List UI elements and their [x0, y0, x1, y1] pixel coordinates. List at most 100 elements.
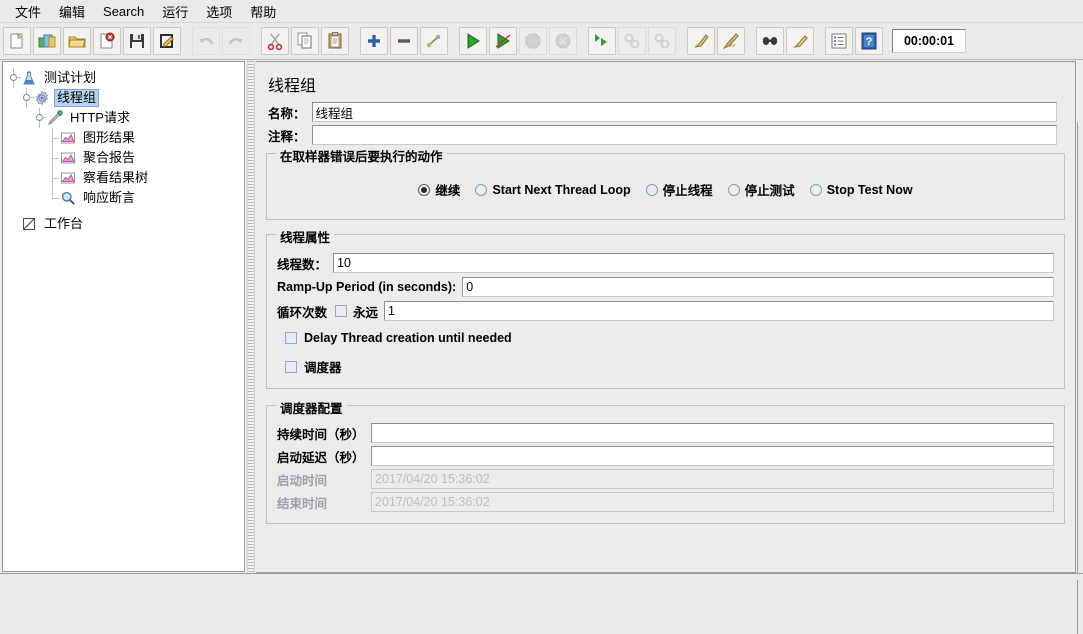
tree-node-response-assertion[interactable]: 响应断言 [7, 188, 244, 208]
comment-row: 注释： [256, 125, 1075, 145]
tree-expand-handle[interactable] [20, 88, 34, 108]
on-sampler-error-group: 在取样器错误后要执行的动作 继续 Start Next Thread Loop … [266, 146, 1065, 220]
remote-start-all-icon[interactable] [588, 27, 616, 55]
duration-label: 持续时间（秒） [277, 427, 365, 442]
start-time-label: 启动时间 [277, 473, 328, 488]
tree-node-thread-group[interactable]: 线程组 [7, 88, 244, 108]
radio-dot[interactable] [475, 183, 488, 196]
clear-icon[interactable] [687, 27, 715, 55]
scheduler-row[interactable]: 调度器 [277, 351, 1054, 382]
radio-continue[interactable]: 继续 [418, 180, 460, 199]
thread-properties-title: 线程属性 [276, 227, 335, 246]
forever-label: 永远 [353, 305, 379, 320]
loops-input[interactable]: 1 [384, 301, 1054, 321]
tree-node-test-plan[interactable]: 测试计划 [7, 68, 244, 88]
threads-label: 线程数： [277, 257, 328, 272]
toolbar-separator [251, 27, 260, 55]
tree-node-label: 聚合报告 [83, 150, 136, 165]
split-divider[interactable] [247, 61, 255, 573]
templates-icon[interactable] [33, 27, 61, 55]
http-request-icon [46, 109, 64, 127]
name-label: 名称： [268, 106, 306, 121]
cut-icon[interactable] [261, 27, 289, 55]
menu-options[interactable]: 选项 [197, 0, 241, 23]
assertion-icon [59, 189, 77, 207]
paste-icon[interactable] [321, 27, 349, 55]
tree-expand-handle[interactable] [7, 68, 21, 88]
radio-label: 停止测试 [744, 184, 795, 198]
duration-input[interactable] [371, 423, 1054, 443]
tree-node-label: 线程组 [54, 89, 100, 107]
test-plan-tree: 测试计划 线程组 HTTP请求 图形结果 聚合报告 察看结果树 响应断言 工作台 [3, 62, 244, 234]
comment-input[interactable] [311, 125, 1057, 145]
start-time-row: 启动时间 2017/04/20 15:36:02 [277, 469, 1054, 489]
radio-stop-test[interactable]: 停止测试 [727, 180, 795, 199]
clear-all-icon[interactable] [717, 27, 745, 55]
remote-stop-all-icon [618, 27, 646, 55]
threads-input[interactable]: 10 [333, 253, 1054, 273]
toggle-icon[interactable] [420, 27, 448, 55]
scheduler-checkbox[interactable] [285, 360, 297, 373]
help-icon[interactable]: ? [855, 27, 883, 55]
start-no-pauses-icon[interactable] [489, 27, 517, 55]
elapsed-timer: 00:00:01 [892, 29, 966, 53]
toolbar-separator [182, 27, 191, 55]
test-plan-tree-pane[interactable]: 测试计划 线程组 HTTP请求 图形结果 聚合报告 察看结果树 响应断言 工作台 [2, 61, 245, 572]
tree-node-label: 响应断言 [83, 190, 136, 205]
radio-label: 停止线程 [662, 184, 713, 198]
svg-text:?: ? [866, 36, 873, 48]
tree-node-label: HTTP请求 [70, 110, 130, 125]
radio-dot[interactable] [645, 183, 658, 196]
menu-edit[interactable]: 编辑 [50, 0, 94, 23]
save-as-icon[interactable] [153, 27, 181, 55]
tree-node-label: 测试计划 [44, 70, 97, 85]
comment-label: 注释： [268, 129, 306, 144]
search-reset-icon[interactable] [786, 27, 814, 55]
tree-node-workbench[interactable]: 工作台 [7, 214, 244, 234]
menu-file[interactable]: 文件 [6, 0, 50, 23]
menu-run[interactable]: 运行 [153, 0, 197, 23]
delay-thread-creation-row[interactable]: Delay Thread creation until needed [277, 325, 1054, 351]
tree-node-view-results-tree[interactable]: 察看结果树 [7, 168, 244, 188]
tree-elbow [46, 148, 59, 168]
tree-node-graph-results[interactable]: 图形结果 [7, 128, 244, 148]
toolbar-separator [746, 27, 755, 55]
tree-node-http-request[interactable]: HTTP请求 [7, 108, 244, 128]
remote-shutdown-all-icon [648, 27, 676, 55]
radio-stop-test-now[interactable]: Stop Test Now [809, 183, 913, 197]
radio-stop-thread[interactable]: 停止线程 [645, 180, 713, 199]
radio-dot[interactable] [727, 183, 740, 196]
toolbar-separator [449, 27, 458, 55]
end-time-label: 结束时间 [277, 496, 328, 511]
view-results-tree-icon [59, 169, 77, 187]
function-helper-icon[interactable] [825, 27, 853, 55]
name-input[interactable]: 线程组 [311, 102, 1057, 122]
expand-all-icon[interactable] [360, 27, 388, 55]
page-title: 线程组 [268, 78, 317, 95]
rampup-row: Ramp-Up Period (in seconds): 0 [277, 277, 1054, 297]
radio-dot[interactable] [809, 183, 822, 196]
copy-icon[interactable] [291, 27, 319, 55]
scheduler-configuration-title: 调度器配置 [276, 398, 347, 417]
startup-delay-label: 启动延迟（秒） [277, 450, 365, 465]
menu-search[interactable]: Search [94, 2, 153, 21]
collapse-all-icon[interactable] [390, 27, 418, 55]
shutdown-icon [549, 27, 577, 55]
delay-thread-creation-checkbox[interactable] [285, 332, 297, 344]
tree-node-aggregate-report[interactable]: 聚合报告 [7, 148, 244, 168]
radio-start-next-thread-loop[interactable]: Start Next Thread Loop [475, 183, 631, 197]
close-file-icon[interactable] [93, 27, 121, 55]
rampup-input[interactable]: 0 [462, 277, 1054, 297]
search-icon[interactable] [756, 27, 784, 55]
on-sampler-error-radios: 继续 Start Next Thread Loop 停止线程 停止测试 Stop… [277, 168, 1054, 209]
tree-expand-handle[interactable] [33, 108, 47, 128]
open-folder-icon[interactable] [63, 27, 91, 55]
start-icon[interactable] [459, 27, 487, 55]
menu-help[interactable]: 帮助 [241, 0, 285, 23]
startup-delay-input[interactable] [371, 446, 1054, 466]
new-file-icon[interactable] [3, 27, 31, 55]
save-icon[interactable] [123, 27, 151, 55]
thread-properties-group: 线程属性 线程数： 10 Ramp-Up Period (in seconds)… [266, 227, 1065, 389]
radio-dot[interactable] [418, 183, 431, 196]
forever-checkbox[interactable] [335, 305, 348, 317]
